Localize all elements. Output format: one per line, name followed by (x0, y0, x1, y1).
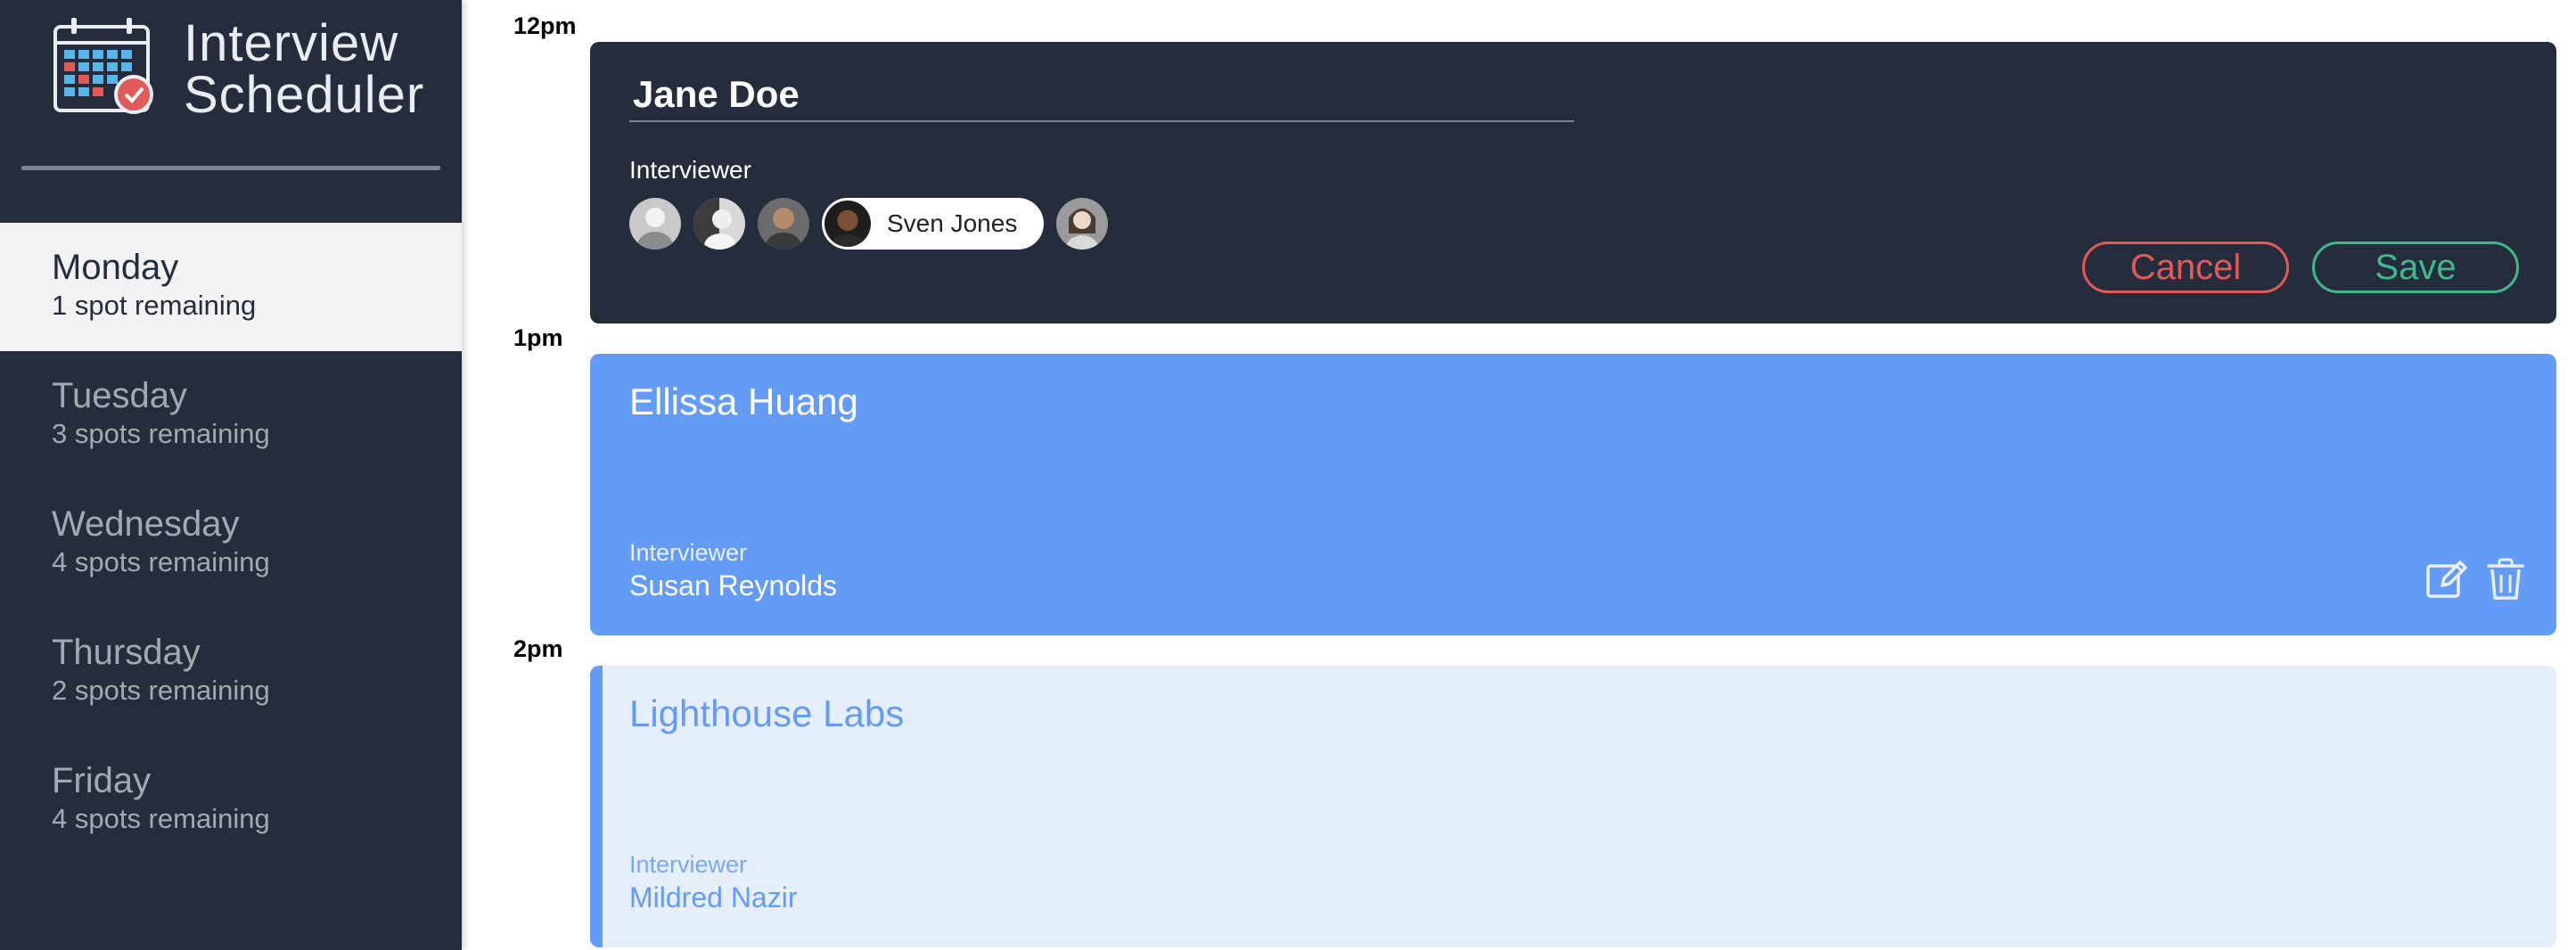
appointment-actions (2424, 557, 2528, 602)
appointment-booked: Ellissa Huang Interviewer Susan Reynolds (590, 354, 2556, 635)
interviewer-name: Susan Reynolds (629, 569, 838, 602)
day-spots: 1 spot remaining (52, 290, 257, 321)
interviewer-avatar[interactable] (758, 198, 809, 250)
interviewer-name: Mildred Nazir (629, 881, 798, 913)
time-label-12pm: 12pm (513, 12, 577, 39)
day-name: Tuesday (52, 376, 187, 415)
app-title-line1: Interview (184, 14, 399, 72)
day-name: Wednesday (52, 504, 240, 544)
student-name: Lighthouse Labs (629, 692, 905, 734)
selected-interviewer[interactable]: Sven Jones (822, 198, 1045, 250)
sidebar-divider (21, 166, 440, 170)
edit-icon[interactable] (2424, 557, 2469, 602)
day-spots: 4 spots remaining (52, 546, 270, 577)
appointment-form: Interviewer Sven Jones Cancel Save (590, 42, 2556, 323)
interviewer-label: Interviewer (629, 156, 751, 184)
time-label-2pm: 2pm (513, 635, 563, 662)
sidebar: Interview Scheduler Monday 1 spot remain… (0, 0, 462, 950)
interviewer-label: Interviewer (629, 851, 748, 878)
calendar-check-icon (52, 16, 159, 120)
app-title-line2: Scheduler (184, 66, 425, 124)
time-label-1pm: 1pm (513, 324, 563, 351)
day-item-friday[interactable]: Friday 4 spots remaining (0, 736, 462, 864)
day-name: Friday (52, 761, 152, 800)
day-spots: 3 spots remaining (52, 418, 270, 449)
appointment-preview[interactable]: Lighthouse Labs Interviewer Mildred Nazi… (590, 666, 2556, 947)
day-name: Monday (52, 248, 179, 287)
brand: Interview Scheduler (52, 16, 423, 121)
app-title: Interview Scheduler (184, 18, 424, 121)
interviewer-avatar[interactable] (693, 198, 745, 250)
day-spots: 4 spots remaining (52, 803, 270, 834)
interviewer-avatar[interactable] (629, 198, 681, 250)
day-name: Thursday (52, 633, 201, 672)
interviewer-avatar (824, 201, 871, 247)
day-item-tuesday[interactable]: Tuesday 3 spots remaining (0, 351, 462, 479)
interviewer-label: Interviewer (629, 539, 748, 566)
day-item-wednesday[interactable]: Wednesday 4 spots remaining (0, 479, 462, 608)
student-name-input[interactable] (629, 69, 1574, 122)
day-list: Monday 1 spot remaining Tuesday 3 spots … (0, 223, 462, 864)
save-button[interactable]: Save (2312, 242, 2519, 293)
interviewer-list: Sven Jones (629, 198, 1120, 250)
day-item-monday[interactable]: Monday 1 spot remaining (0, 223, 462, 351)
day-item-thursday[interactable]: Thursday 2 spots remaining (0, 608, 462, 736)
trash-icon[interactable] (2483, 557, 2528, 602)
student-name: Ellissa Huang (629, 381, 858, 422)
interviewer-avatar[interactable] (1056, 198, 1109, 250)
day-spots: 2 spots remaining (52, 675, 270, 706)
selected-interviewer-name: Sven Jones (887, 209, 1018, 237)
cancel-button[interactable]: Cancel (2082, 242, 2289, 293)
